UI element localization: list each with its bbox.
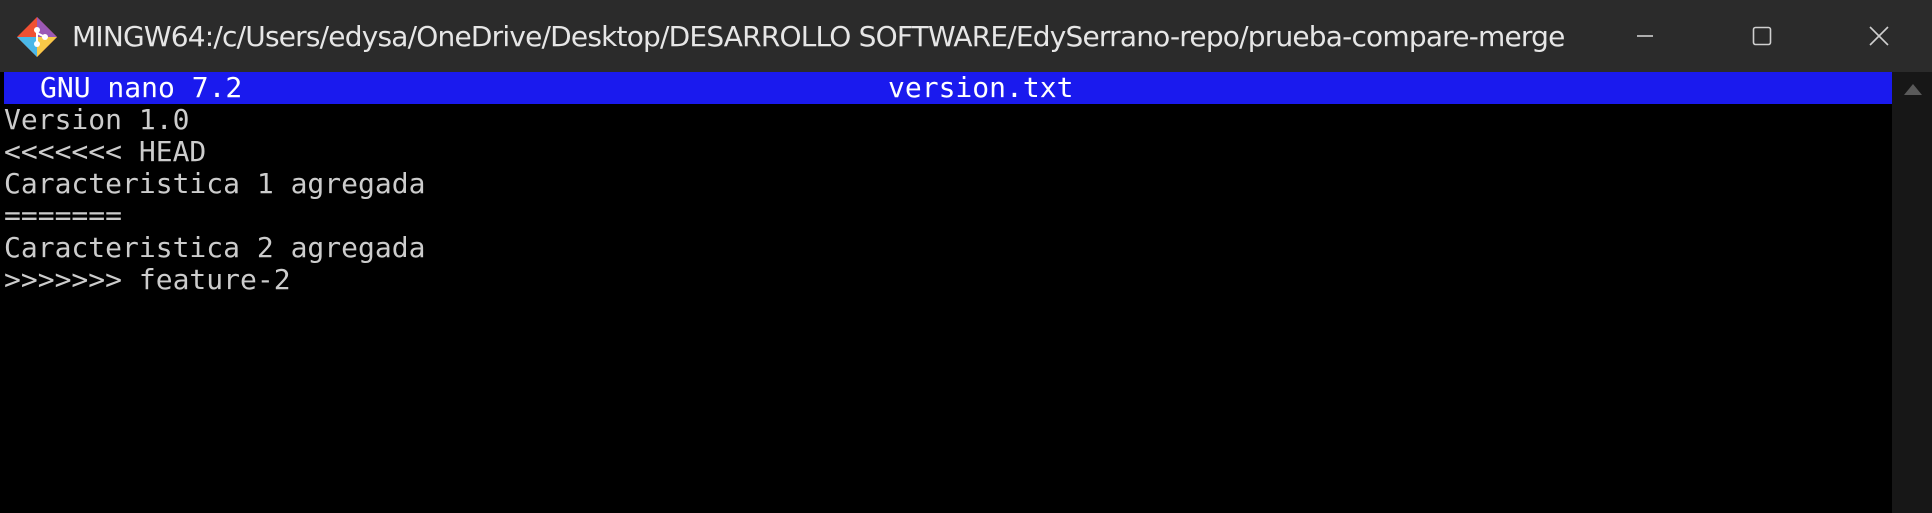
close-button[interactable] xyxy=(1820,0,1932,72)
file-line: >>>>>>> feature-2 xyxy=(4,263,291,296)
file-line: Version 1.0 xyxy=(4,103,190,136)
maximize-icon xyxy=(1752,26,1771,46)
file-line: Caracteristica 1 agregada xyxy=(4,167,426,200)
title-bar[interactable]: MINGW64:/c/Users/edysa/OneDrive/Desktop/… xyxy=(0,0,1932,72)
minimize-button[interactable] xyxy=(1586,0,1703,72)
file-line: <<<<<<< HEAD xyxy=(4,135,207,168)
terminal-area[interactable]: GNU nano 7.2 version.txt Version 1.0 <<<… xyxy=(0,71,1892,513)
file-line: ======= xyxy=(4,199,123,232)
nano-filename: version.txt xyxy=(888,71,1074,104)
terminal-window: MINGW64:/c/Users/edysa/OneDrive/Desktop/… xyxy=(0,0,1932,513)
window-title: MINGW64:/c/Users/edysa/OneDrive/Desktop/… xyxy=(72,20,1565,53)
editor-text-area[interactable]: Version 1.0 <<<<<<< HEAD Caracteristica … xyxy=(4,104,1884,296)
close-icon xyxy=(1868,26,1889,46)
scroll-up-arrow-icon[interactable] xyxy=(1904,84,1922,95)
file-line: Caracteristica 2 agregada xyxy=(4,231,426,264)
nano-header-bar: GNU nano 7.2 version.txt xyxy=(4,71,1892,104)
minimize-icon xyxy=(1636,35,1653,37)
git-bash-icon xyxy=(17,17,57,57)
vertical-scrollbar[interactable] xyxy=(1892,72,1932,513)
nano-version-label: GNU nano 7.2 xyxy=(40,71,243,104)
maximize-button[interactable] xyxy=(1703,0,1820,72)
